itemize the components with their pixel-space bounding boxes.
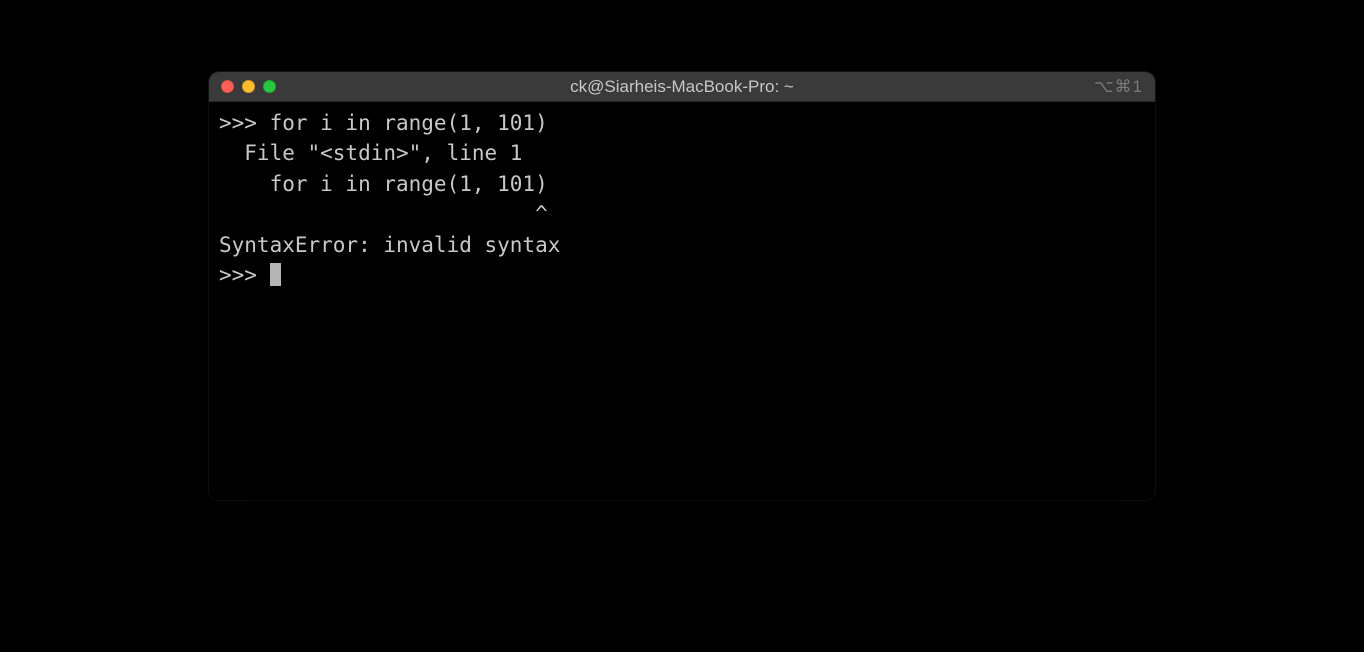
close-icon[interactable] [221, 80, 234, 93]
terminal-content[interactable]: >>> for i in range(1, 101) File "<stdin>… [209, 102, 1155, 500]
traffic-lights [221, 80, 276, 93]
window-title: ck@Siarheis-MacBook-Pro: ~ [209, 77, 1155, 97]
minimize-icon[interactable] [242, 80, 255, 93]
terminal-line: File "<stdin>", line 1 [219, 141, 522, 165]
terminal-prompt: >>> [219, 263, 270, 287]
terminal-line: >>> for i in range(1, 101) [219, 111, 548, 135]
terminal-line: for i in range(1, 101) [219, 172, 548, 196]
window-titlebar: ck@Siarheis-MacBook-Pro: ~ ⌥⌘1 [209, 72, 1155, 102]
cursor-icon [270, 263, 281, 286]
maximize-icon[interactable] [263, 80, 276, 93]
terminal-window: ck@Siarheis-MacBook-Pro: ~ ⌥⌘1 >>> for i… [209, 72, 1155, 500]
keyboard-shortcut-label: ⌥⌘1 [1094, 77, 1143, 97]
terminal-line: SyntaxError: invalid syntax [219, 233, 560, 257]
terminal-line: ^ [219, 202, 548, 226]
